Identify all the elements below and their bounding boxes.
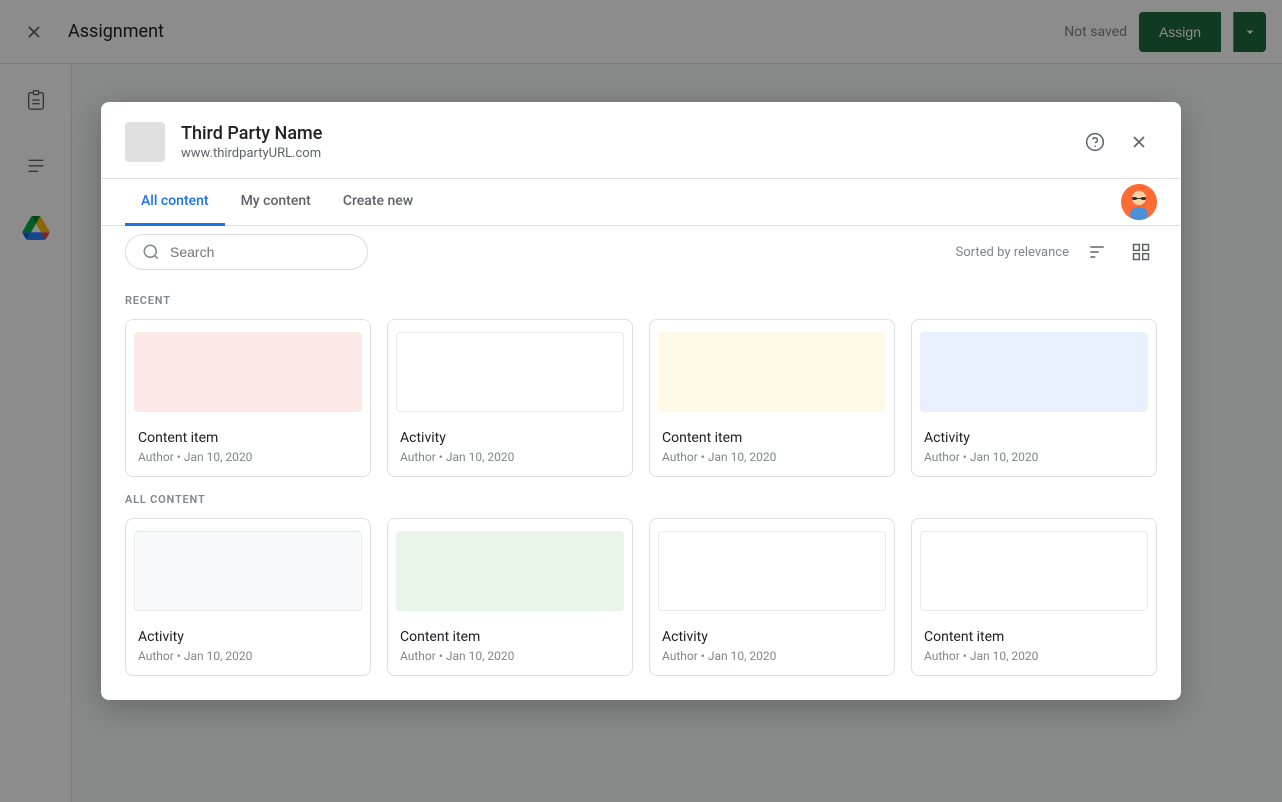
dialog-title-area: Third Party Name www.thirdpartyURL.com [181, 123, 1077, 161]
dialog-tabs: All content My content Create new [101, 179, 1181, 226]
search-input[interactable] [170, 244, 351, 260]
dialog-close-button[interactable] [1121, 124, 1157, 160]
content-card[interactable]: Content item Author • Jan 10, 2020 [387, 518, 633, 676]
search-icon [142, 243, 160, 261]
search-actions-right: Sorted by relevance [940, 236, 1157, 268]
dialog-logo [125, 122, 165, 162]
content-card[interactable]: Content item Author • Jan 10, 2020 [125, 319, 371, 477]
card-meta: Author • Jan 10, 2020 [400, 649, 620, 663]
search-row: Sorted by relevance [101, 226, 1181, 278]
dialog-header: Third Party Name www.thirdpartyURL.com [101, 102, 1181, 179]
content-card[interactable]: Content item Author • Jan 10, 2020 [911, 518, 1157, 676]
card-meta: Author • Jan 10, 2020 [924, 649, 1144, 663]
tab-my-content[interactable]: My content [225, 179, 327, 226]
dialog-overlay: Third Party Name www.thirdpartyURL.com [0, 0, 1282, 802]
dialog-subtitle: www.thirdpartyURL.com [181, 146, 1077, 161]
search-container [125, 234, 368, 270]
content-picker-dialog: Third Party Name www.thirdpartyURL.com [101, 102, 1181, 700]
card-title: Content item [138, 430, 358, 446]
content-card[interactable]: Activity Author • Jan 10, 2020 [387, 319, 633, 477]
content-card[interactable]: Activity Author • Jan 10, 2020 [649, 518, 895, 676]
card-meta: Author • Jan 10, 2020 [400, 450, 620, 464]
dialog-title: Third Party Name [181, 123, 1077, 144]
user-avatar[interactable] [1121, 184, 1157, 220]
recent-content-grid: Content item Author • Jan 10, 2020 Activ… [125, 319, 1157, 477]
all-content-grid: Activity Author • Jan 10, 2020 Content i… [125, 518, 1157, 676]
card-title: Activity [662, 629, 882, 645]
tab-create-new[interactable]: Create new [327, 179, 429, 226]
card-meta: Author • Jan 10, 2020 [138, 450, 358, 464]
card-title: Content item [400, 629, 620, 645]
content-card[interactable]: Content item Author • Jan 10, 2020 [649, 319, 895, 477]
dialog-header-actions [1077, 124, 1157, 160]
content-card[interactable]: Activity Author • Jan 10, 2020 [911, 319, 1157, 477]
card-meta: Author • Jan 10, 2020 [662, 649, 882, 663]
dialog-help-button[interactable] [1077, 124, 1113, 160]
card-meta: Author • Jan 10, 2020 [662, 450, 882, 464]
card-title: Activity [924, 430, 1144, 446]
dialog-body: RECENT Content item Author • Jan 10, 202… [101, 278, 1181, 700]
tab-all-content[interactable]: All content [125, 179, 225, 226]
card-title: Activity [138, 629, 358, 645]
card-meta: Author • Jan 10, 2020 [924, 450, 1144, 464]
all-content-section-label: ALL CONTENT [125, 493, 1157, 506]
card-title: Content item [662, 430, 882, 446]
card-title: Content item [924, 629, 1144, 645]
card-title: Activity [400, 430, 620, 446]
content-card[interactable]: Activity Author • Jan 10, 2020 [125, 518, 371, 676]
card-meta: Author • Jan 10, 2020 [138, 649, 358, 663]
recent-section-label: RECENT [125, 294, 1157, 307]
grid-view-button[interactable] [1125, 236, 1157, 268]
sort-button[interactable] [1081, 236, 1113, 268]
sort-label: Sorted by relevance [956, 245, 1069, 260]
